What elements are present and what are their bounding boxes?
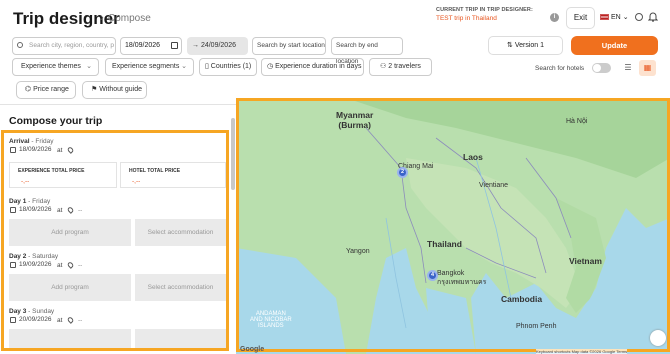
flag-icon: ⚑ [91,86,100,93]
my-location-button[interactable] [650,330,666,346]
map-highlight [236,98,670,352]
travelers-label: 2 travelers [388,63,421,70]
date-to-field[interactable]: → 24/09/2026 [187,37,248,55]
compose-title: Compose your trip [9,115,103,127]
bell-icon[interactable] [648,11,658,22]
people-icon: ⚇ [380,63,389,70]
chevron-down-icon: ⌄ [622,14,629,21]
list-view-icon[interactable]: ☰ [620,60,636,76]
search-hotels-label: Search for hotels [535,65,585,72]
end-location-input[interactable]: Search by end location [331,37,403,65]
countries-label: Countries (1) [210,63,252,70]
clock-icon: ◷ [267,63,276,70]
without-guide-button[interactable]: ⚑ Without guide [82,81,147,99]
panel-scrollbar[interactable] [231,118,235,190]
experience-segments-dropdown[interactable]: Experience segments ⌄ [105,58,194,76]
language-code: EN [611,14,621,21]
google-logo: Google [240,346,265,353]
countries-filter[interactable]: ▯ Countries (1) [199,58,257,76]
current-trip-label: CURRENT TRIP IN TRIP DESIGNER: [436,7,533,13]
current-trip-box[interactable]: CURRENT TRIP IN TRIP DESIGNER: TEST trip… [436,7,546,29]
travelers-selector[interactable]: ⚇ 2 travelers [369,58,432,76]
exit-button[interactable]: Exit [566,7,595,29]
toggle-knob [593,64,601,72]
duration-filter[interactable]: ◷ Experience duration in days [261,58,364,76]
tag-icon: ⌬ [25,86,34,93]
breadcrumb-separator: › [100,12,104,24]
price-range-button[interactable]: ⌬ Price range [16,81,76,99]
version-label: Version 1 [514,42,544,49]
user-icon[interactable] [635,13,643,21]
search-input[interactable]: Search city, region, country, p [12,37,116,55]
price-range-label: Price range [33,86,69,93]
search-icon [17,42,23,48]
chevron-down-icon: ⌄ [86,63,92,70]
language-selector[interactable]: EN ⌄ [600,11,634,25]
breadcrumb[interactable]: Compose [108,13,151,24]
current-trip-value[interactable]: TEST trip in Thailand [436,15,546,22]
experience-segments-label: Experience segments [112,63,180,70]
update-button[interactable]: Update [571,36,658,55]
calendar-icon[interactable] [171,42,178,49]
experience-themes-dropdown[interactable]: Experience themes ⌄ [12,58,99,76]
map-view-icon[interactable]: ▦ [639,60,656,76]
version-icon: ⇅ [507,42,515,49]
version-selector[interactable]: ⇅ Version 1 [488,36,563,55]
info-icon[interactable]: i [550,13,559,22]
start-location-input[interactable]: Search by start location [252,37,326,55]
compose-panel-highlight [1,130,229,351]
map-attribution[interactable]: Keyboard shortcuts Map data ©2026 Google… [536,349,628,354]
duration-label: Experience duration in days [275,63,362,70]
chevron-down-icon: ⌄ [181,63,187,70]
without-guide-label: Without guide [99,86,143,93]
experience-themes-label: Experience themes [21,63,81,70]
uk-flag-icon [600,14,609,21]
